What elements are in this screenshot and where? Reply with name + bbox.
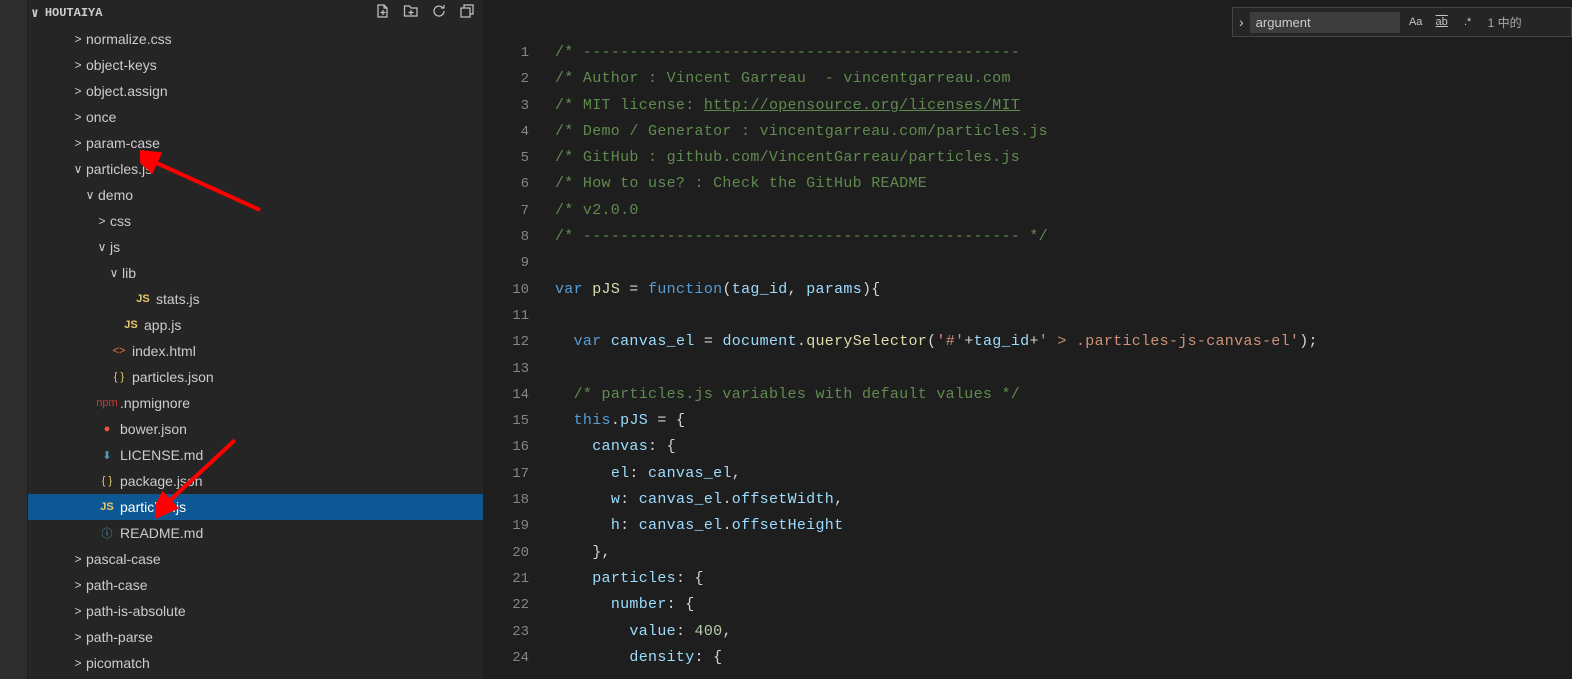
tree-item[interactable]: >pascal-case xyxy=(28,546,483,572)
tree-item-label: object-keys xyxy=(86,57,157,73)
file-explorer-sidebar: ∨ HOUTAIYA >normalize.css>object-keys>ob… xyxy=(28,0,483,679)
tree-item-label: pascal-case xyxy=(86,551,161,567)
tree-item[interactable]: ∨demo xyxy=(28,182,483,208)
whole-word-icon[interactable]: ab xyxy=(1432,12,1452,32)
tree-item-label: index.html xyxy=(132,343,196,359)
tree-item-label: param-case xyxy=(86,135,160,151)
tree-item[interactable]: >path-is-absolute xyxy=(28,598,483,624)
tree-item-label: demo xyxy=(98,187,133,203)
file-icon: { } xyxy=(98,475,116,487)
chevron-icon: > xyxy=(70,656,86,670)
tree-item[interactable]: >once xyxy=(28,104,483,130)
new-file-icon[interactable] xyxy=(375,3,391,23)
tree-item-label: css xyxy=(110,213,131,229)
file-icon: JS xyxy=(134,293,152,305)
tree-item[interactable]: >css xyxy=(28,208,483,234)
file-tree[interactable]: >normalize.css>object-keys>object.assign… xyxy=(28,26,483,679)
file-icon: { } xyxy=(110,371,128,383)
tree-item[interactable]: >path-parse xyxy=(28,624,483,650)
activity-bar[interactable] xyxy=(0,0,28,679)
chevron-icon: > xyxy=(70,110,86,124)
file-icon: ● xyxy=(98,423,116,435)
tree-item-label: particles.js xyxy=(86,161,152,177)
chevron-icon: > xyxy=(70,552,86,566)
find-bar[interactable]: › Aa ab .* 1 中的 xyxy=(1232,7,1572,37)
chevron-icon: > xyxy=(70,578,86,592)
chevron-icon: > xyxy=(70,58,86,72)
tree-item-label: picomatch xyxy=(86,655,150,671)
tree-item[interactable]: >picomatch xyxy=(28,650,483,676)
tree-item-label: LICENSE.md xyxy=(120,447,203,463)
find-input[interactable] xyxy=(1250,12,1400,33)
tree-item-label: package.json xyxy=(120,473,203,489)
code-editor[interactable]: 123456789101112131415161718192021222324 … xyxy=(483,0,1572,679)
chevron-icon: ∨ xyxy=(94,240,110,254)
tree-item-label: once xyxy=(86,109,116,125)
tree-item[interactable]: JS particles.js xyxy=(28,494,483,520)
tree-item[interactable]: { } particles.json xyxy=(28,364,483,390)
chevron-icon: ∨ xyxy=(70,162,86,176)
expand-find-icon[interactable]: › xyxy=(1239,14,1244,30)
tree-item[interactable]: npm .npmignore xyxy=(28,390,483,416)
tree-item[interactable]: ∨js xyxy=(28,234,483,260)
tree-item[interactable]: ∨lib xyxy=(28,260,483,286)
regex-icon[interactable]: .* xyxy=(1458,12,1478,32)
tree-item-label: path-parse xyxy=(86,629,153,645)
chevron-icon: > xyxy=(70,32,86,46)
collapse-all-icon[interactable] xyxy=(459,3,475,23)
chevron-icon: > xyxy=(94,214,110,228)
tree-item[interactable]: >normalize.css xyxy=(28,26,483,52)
tree-item[interactable]: { } package.json xyxy=(28,468,483,494)
find-result-count: 1 中的 xyxy=(1488,14,1522,31)
tree-item-label: stats.js xyxy=(156,291,200,307)
tree-item-label: object.assign xyxy=(86,83,168,99)
tree-item[interactable]: >param-case xyxy=(28,130,483,156)
file-icon: ⬇ xyxy=(98,449,116,462)
tree-item[interactable]: >object-keys xyxy=(28,52,483,78)
chevron-icon: ∨ xyxy=(82,188,98,202)
new-folder-icon[interactable] xyxy=(403,3,419,23)
file-icon: JS xyxy=(98,501,116,513)
chevron-icon: > xyxy=(70,604,86,618)
tree-item-label: bower.json xyxy=(120,421,187,437)
line-number-gutter: 123456789101112131415161718192021222324 xyxy=(483,0,555,679)
tree-item-label: path-is-absolute xyxy=(86,603,186,619)
tree-item[interactable]: JS stats.js xyxy=(28,286,483,312)
tree-item[interactable]: JS app.js xyxy=(28,312,483,338)
tree-item[interactable]: >path-case xyxy=(28,572,483,598)
tree-item[interactable]: >object.assign xyxy=(28,78,483,104)
sidebar-header[interactable]: ∨ HOUTAIYA xyxy=(28,0,483,26)
tree-item-label: js xyxy=(110,239,120,255)
tree-item[interactable]: ∨particles.js xyxy=(28,156,483,182)
chevron-icon: > xyxy=(70,630,86,644)
chevron-icon: > xyxy=(70,84,86,98)
tree-item[interactable]: <> index.html xyxy=(28,338,483,364)
vertical-scrollbar[interactable] xyxy=(1558,0,1572,679)
tree-item-label: .npmignore xyxy=(120,395,190,411)
chevron-icon: > xyxy=(70,136,86,150)
workspace-title: HOUTAIYA xyxy=(45,6,103,20)
file-icon: JS xyxy=(122,319,140,331)
tree-item-label: app.js xyxy=(144,317,181,333)
tree-item-label: particles.json xyxy=(132,369,214,385)
chevron-down-icon: ∨ xyxy=(31,6,39,21)
tree-item-label: lib xyxy=(122,265,136,281)
chevron-icon: ∨ xyxy=(106,266,122,280)
tree-item-label: path-case xyxy=(86,577,147,593)
file-icon: <> xyxy=(110,345,128,357)
tree-item-label: README.md xyxy=(120,525,203,541)
file-icon: npm xyxy=(98,397,116,409)
tree-item-label: normalize.css xyxy=(86,31,172,47)
refresh-icon[interactable] xyxy=(431,3,447,23)
match-case-icon[interactable]: Aa xyxy=(1406,12,1426,32)
tree-item[interactable]: ● bower.json xyxy=(28,416,483,442)
tree-item-label: particles.js xyxy=(120,499,186,515)
tree-item[interactable]: ⬇ LICENSE.md xyxy=(28,442,483,468)
tree-item[interactable]: ⓘREADME.md xyxy=(28,520,483,546)
file-icon: ⓘ xyxy=(98,525,116,541)
code-content[interactable]: /* -------------------------------------… xyxy=(555,0,1572,679)
